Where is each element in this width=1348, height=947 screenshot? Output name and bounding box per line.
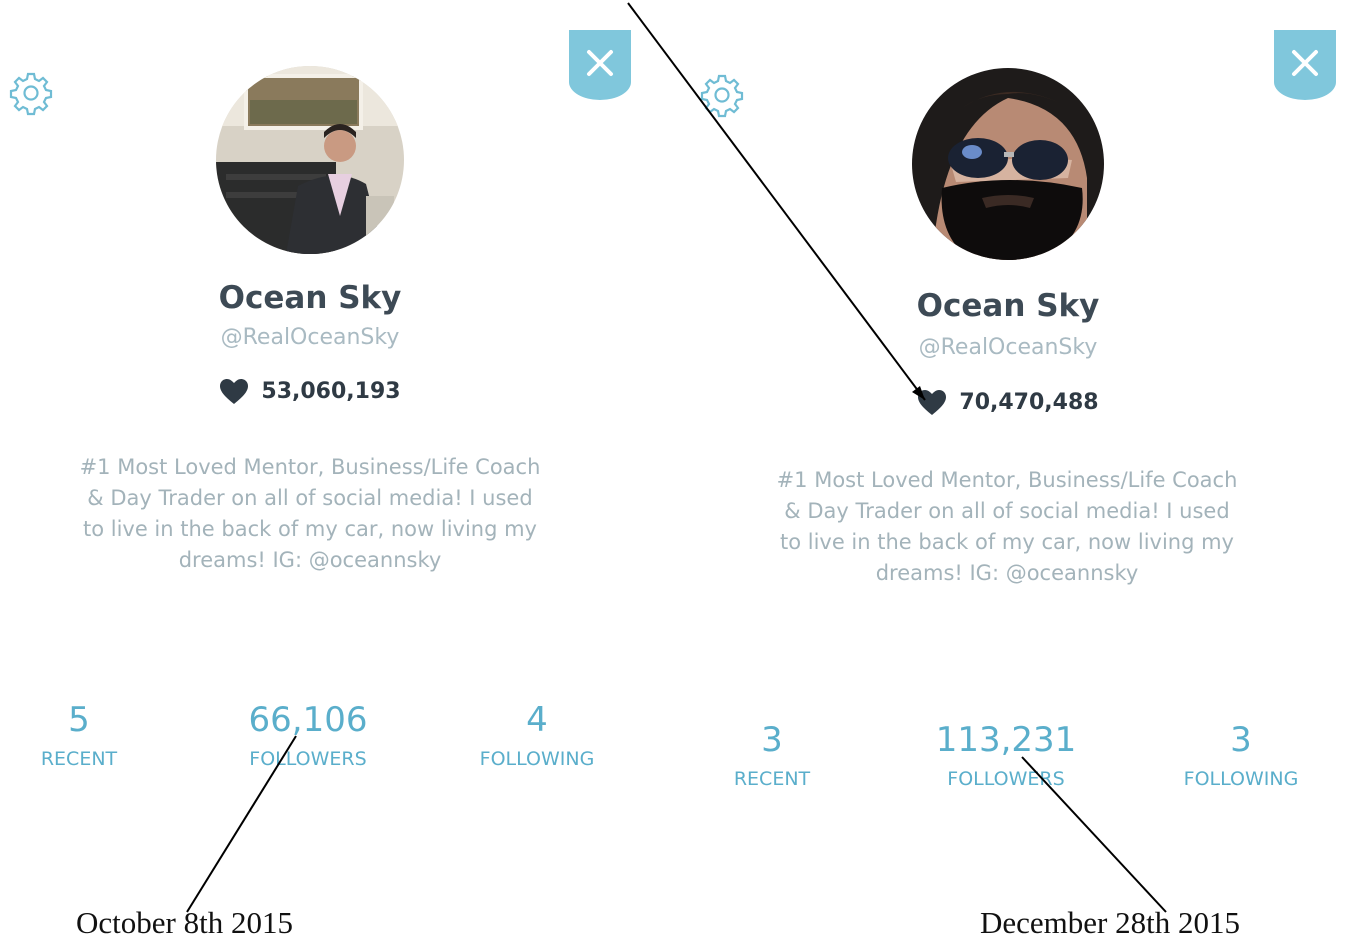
annotation-line-likes [627,2,926,401]
annotation-line-left-followers [186,735,297,913]
date-label-left: October 8th 2015 [76,905,293,940]
annotation-lines [186,2,1167,913]
date-label-right: December 28th 2015 [980,905,1240,940]
annotation-line-right-followers [1021,756,1167,913]
annotation-arrowhead [912,386,925,400]
